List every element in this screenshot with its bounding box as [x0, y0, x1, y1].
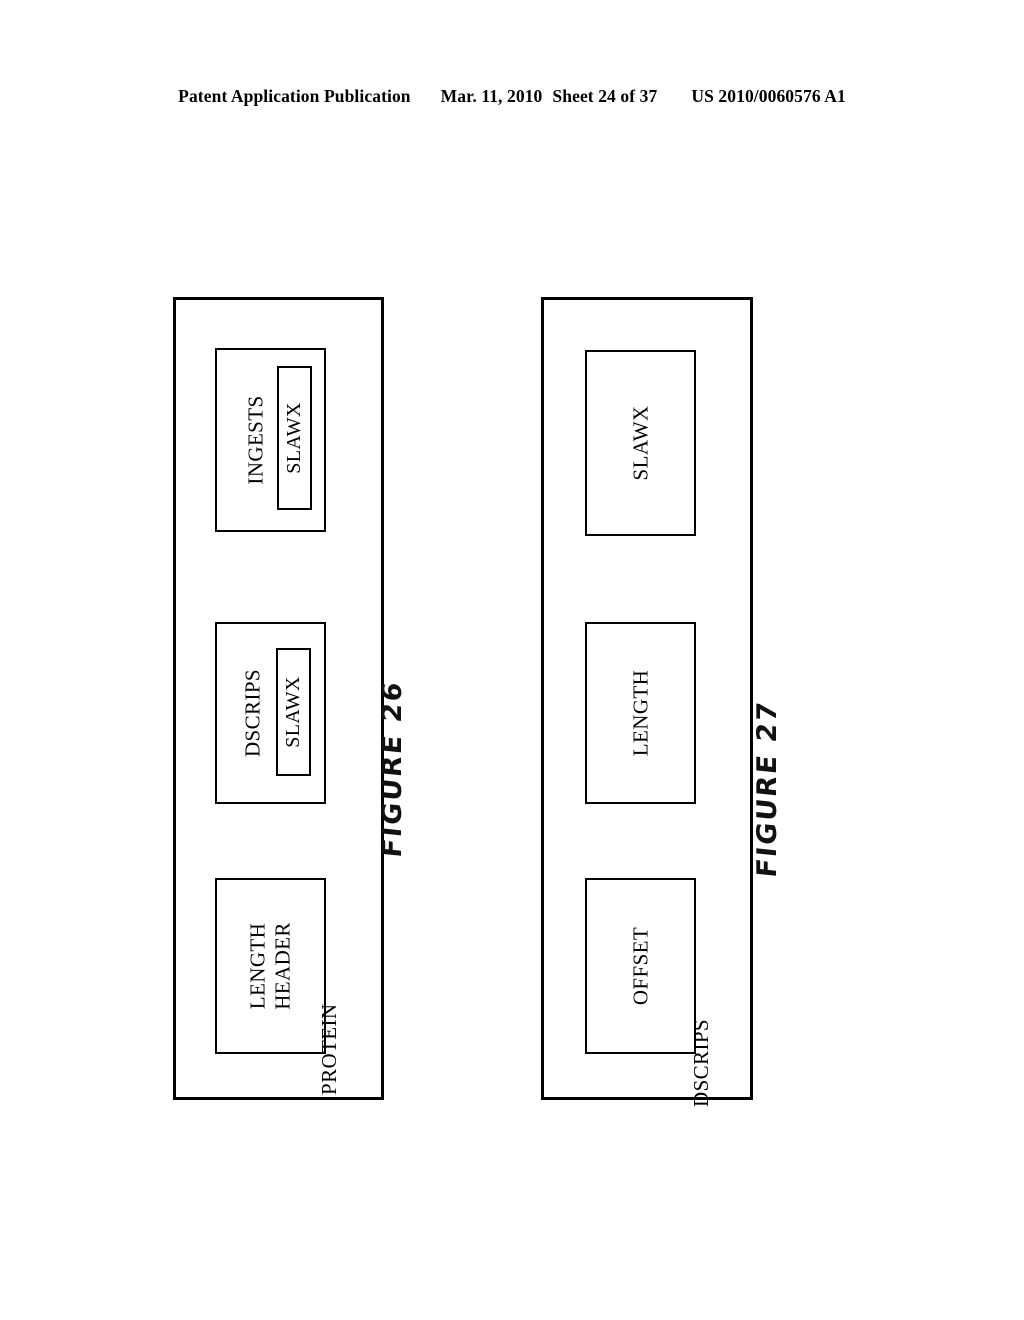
- block-offset: OFFSET: [585, 878, 696, 1054]
- nested-block-dscrips-slawx-label: SLAWX: [281, 676, 304, 748]
- block-ingests: INGESTS SLAWX: [215, 348, 326, 532]
- drawing-area: INGESTS SLAWX DSCRIPS SLAWX LENGTH HEADE…: [0, 0, 1024, 1320]
- figure-26-container-protein: INGESTS SLAWX DSCRIPS SLAWX LENGTH HEADE…: [173, 297, 384, 1100]
- block-slawx-label: SLAWX: [628, 405, 653, 481]
- figure-27-container-label: DSCRIPS: [689, 1018, 713, 1107]
- block-slawx: SLAWX: [585, 350, 696, 536]
- nested-block-dscrips-slawx: SLAWX: [276, 648, 311, 776]
- figure-27-caption: FIGURE 27: [752, 698, 783, 879]
- block-ingests-label: INGESTS: [243, 395, 268, 485]
- nested-block-ingests-slawx-label: SLAWX: [282, 402, 305, 474]
- block-length-header: LENGTH HEADER: [215, 878, 326, 1054]
- block-length-header-label-line1: LENGTH: [245, 922, 270, 1010]
- block-dscrips-label: DSCRIPS: [241, 668, 266, 758]
- nested-block-ingests-slawx: SLAWX: [277, 366, 312, 510]
- block-length-header-label-line2: HEADER: [270, 922, 295, 1010]
- block-dscrips: DSCRIPS SLAWX: [215, 622, 326, 804]
- figure-27-container-dscrips: SLAWX LENGTH OFFSET DSCRIPS: [541, 297, 753, 1107]
- block-offset-label: OFFSET: [628, 926, 653, 1006]
- block-length: LENGTH: [585, 622, 696, 804]
- figure-26-caption: FIGURE 26: [377, 678, 408, 859]
- figure-26-container-label: PROTEIN: [317, 1003, 341, 1095]
- block-length-label: LENGTH: [628, 669, 653, 757]
